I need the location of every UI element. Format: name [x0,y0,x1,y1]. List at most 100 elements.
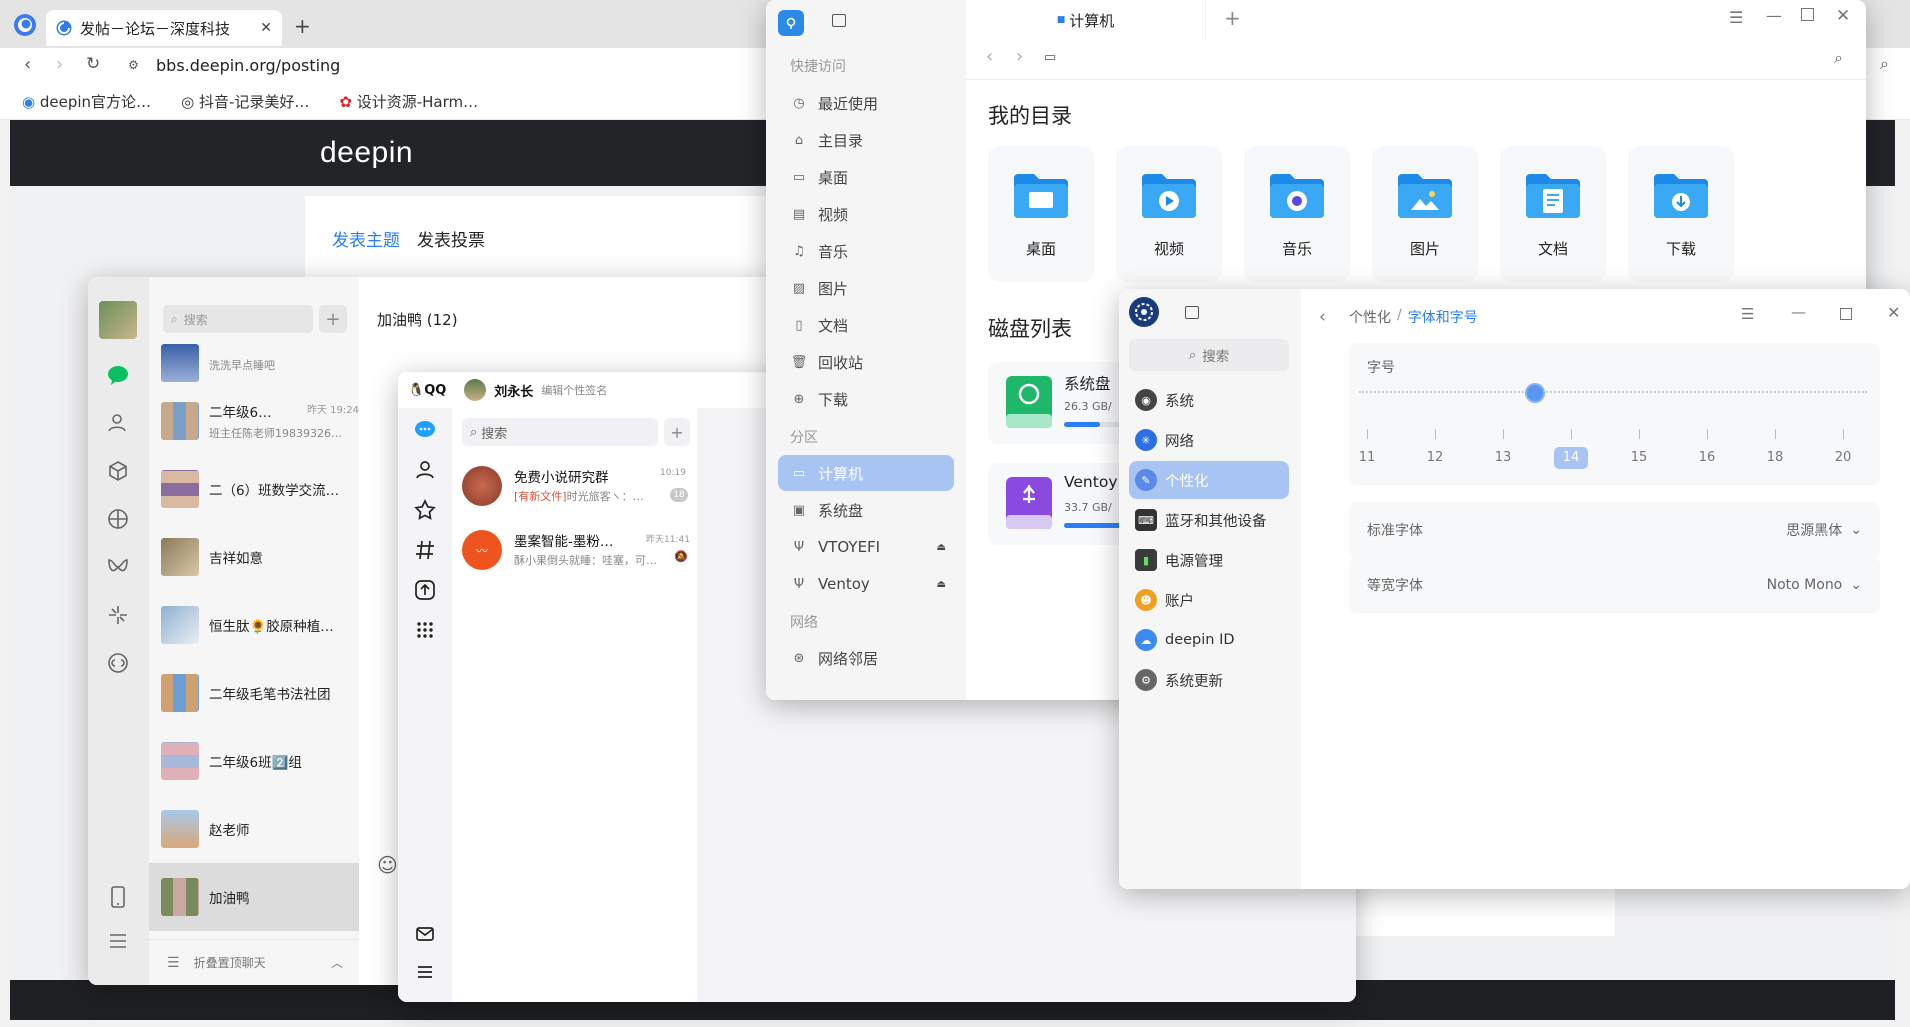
close-icon[interactable]: ✕ [1887,303,1900,322]
fold-pinned-button[interactable]: ☰ 折叠置顶聊天 ︿ [149,939,359,985]
back-icon[interactable]: ‹ [24,54,31,75]
message-icon[interactable] [413,418,437,442]
emoji-icon[interactable]: ☺ [377,853,398,877]
sidebar-item-videos[interactable]: ▤ 视频 [778,196,954,232]
upload-icon[interactable] [413,578,437,602]
list-item[interactable]: 二（6）班数学交流… [149,455,359,523]
file-manager-logo-icon[interactable] [778,10,804,36]
sidebar-item-bluetooth[interactable]: ⌨ 蓝牙和其他设备 [1129,501,1289,539]
sidebar-item-vtoyefi[interactable]: Ψ VTOYEFI ⏏ [778,529,954,565]
sidebar-toggle-icon[interactable] [832,14,846,27]
font-size-slider-track[interactable] [1359,391,1867,393]
menu-icon[interactable]: ☰ [1729,8,1743,27]
maximize-icon[interactable] [1840,308,1852,320]
list-item[interactable]: 二年级6班2️⃣组 [149,727,359,795]
font-size-slider-thumb[interactable] [1525,383,1545,403]
maximize-icon[interactable] [1801,8,1814,21]
address-input[interactable]: bbs.deepin.org/posting [156,56,340,75]
eject-icon[interactable]: ⏏ [937,542,946,553]
contacts-icon[interactable] [106,411,130,435]
tab-post-poll[interactable]: 发表投票 [417,226,485,251]
folder-pictures[interactable]: 图片 [1372,146,1478,282]
search-icon[interactable]: ⌕ [1834,48,1843,68]
new-tab-icon[interactable]: + [1224,6,1241,30]
menu-icon[interactable] [106,929,130,953]
sidebar-item-downloads[interactable]: ⊕ 下载 [778,381,954,417]
monospace-font-row[interactable]: 等宽字体 Noto Mono ⌄ [1349,557,1880,613]
add-button[interactable]: + [664,418,690,446]
sidebar-item-power[interactable]: ▮ 电源管理 [1129,541,1289,579]
sidebar-item-personalization[interactable]: ✎ 个性化 [1129,461,1289,499]
sidebar-item-update[interactable]: ⚙ 系统更新 [1129,661,1289,699]
signature-input[interactable]: 编辑个性签名 [541,382,607,398]
folder-music[interactable]: 音乐 [1244,146,1350,282]
back-icon[interactable]: ‹ [1319,307,1326,327]
list-item-active[interactable]: 加油鸭 [149,863,359,931]
sidebar-item-system[interactable]: ◉ 系统 [1129,381,1289,419]
chat-icon[interactable] [106,363,130,387]
list-item[interactable]: 赵老师 [149,795,359,863]
bookmark-deepin[interactable]: ◉ deepin官方论… [22,91,151,112]
back-icon[interactable]: ‹ [986,46,993,67]
list-item[interactable]: 洗洗早点睡吧 [149,339,359,387]
chat-search-input[interactable]: ⌕ 搜索 [163,305,313,333]
sidebar-item-documents[interactable]: ▯ 文档 [778,307,954,343]
list-item[interactable]: 〰 墨案智能-墨粉… 昨天11:41 酥小果倒头就睡：哇塞，可… 🔕 [452,520,697,584]
forward-icon[interactable]: › [56,54,63,75]
folder-desktop[interactable]: 桌面 [988,146,1094,282]
folder-downloads[interactable]: 下载 [1628,146,1734,282]
menu-icon[interactable] [413,960,437,984]
list-item[interactable]: 二年级6… 昨天 19:24 班主任陈老师19839326… [149,387,359,455]
channels-icon[interactable] [106,555,130,579]
sidebar-item-home[interactable]: ⌂ 主目录 [778,122,954,158]
standard-font-row[interactable]: 标准字体 思源黑体 ⌄ [1349,502,1880,558]
sidebar-item-network[interactable]: ✳ 网络 [1129,421,1289,459]
sidebar-item-deepin-id[interactable]: ☁ deepin ID [1129,621,1289,659]
star-icon[interactable] [413,498,437,522]
sidebar-item-system-disk[interactable]: ▣ 系统盘 [778,492,954,528]
menu-icon[interactable]: ☰ [1741,305,1754,323]
avatar[interactable] [99,301,137,339]
control-center-logo-icon[interactable] [1129,297,1159,327]
monospace-font-select[interactable]: Noto Mono ⌄ [1767,577,1862,593]
new-tab-icon[interactable]: + [294,14,311,38]
close-tab-icon[interactable]: ✕ [260,20,272,36]
sidebar-item-recent[interactable]: ◷ 最近使用 [778,85,954,121]
close-icon[interactable]: ✕ [1836,6,1850,26]
bookmark-douyin[interactable]: ◎ 抖音-记录美好… [181,91,309,112]
favorites-icon[interactable] [106,459,130,483]
contacts-icon[interactable] [413,458,437,482]
sidebar-toggle-icon[interactable] [1185,306,1199,319]
breadcrumb-personalization[interactable]: 个性化 [1349,307,1391,327]
list-item[interactable]: 二年级毛笔书法社团 [149,659,359,727]
search-icon[interactable]: ⌕ [1880,54,1889,74]
sidebar-item-network-neighbors[interactable]: ⊛ 网络邻居 [778,640,954,676]
sidebar-item-pictures[interactable]: ▨ 图片 [778,270,954,306]
apps-grid-icon[interactable] [413,618,437,642]
list-item[interactable]: 恒生肽🌻胶原种植… [149,591,359,659]
search-feature-icon[interactable] [106,603,130,627]
phone-icon[interactable] [107,885,129,909]
computer-breadcrumb-icon[interactable]: ▭ [1044,50,1056,65]
folder-documents[interactable]: 文档 [1500,146,1606,282]
browser-logo-icon[interactable] [12,12,38,38]
add-chat-button[interactable]: + [319,305,347,333]
moments-icon[interactable] [106,507,130,531]
eject-icon[interactable]: ⏏ [937,579,946,590]
minimize-icon[interactable]: — [1766,6,1782,25]
file-tab[interactable]: ■ 计算机 [966,0,1206,40]
channel-icon[interactable] [413,538,437,562]
control-search-input[interactable]: ⌕ 搜索 [1129,339,1289,371]
list-item[interactable]: 免费小说研究群 10:19 [有新文件]时光旅客ヽ：… 18 [452,456,697,520]
minimize-icon[interactable]: — [1791,303,1806,321]
reload-icon[interactable]: ↻ [86,54,100,74]
sidebar-item-music[interactable]: ♫ 音乐 [778,233,954,269]
qq-search-input[interactable]: ⌕ 搜索 [462,418,658,446]
avatar[interactable] [464,379,487,401]
sidebar-item-ventoy[interactable]: Ψ Ventoy ⏏ [778,566,954,602]
sidebar-item-trash[interactable]: 🗑 回收站 [778,344,954,380]
sidebar-item-account[interactable]: ☻ 账户 [1129,581,1289,619]
site-info-icon[interactable]: ⚙ [128,58,139,72]
mail-icon[interactable] [413,922,437,946]
bookmark-harmony[interactable]: ✿ 设计资源-Harm… [339,91,478,112]
